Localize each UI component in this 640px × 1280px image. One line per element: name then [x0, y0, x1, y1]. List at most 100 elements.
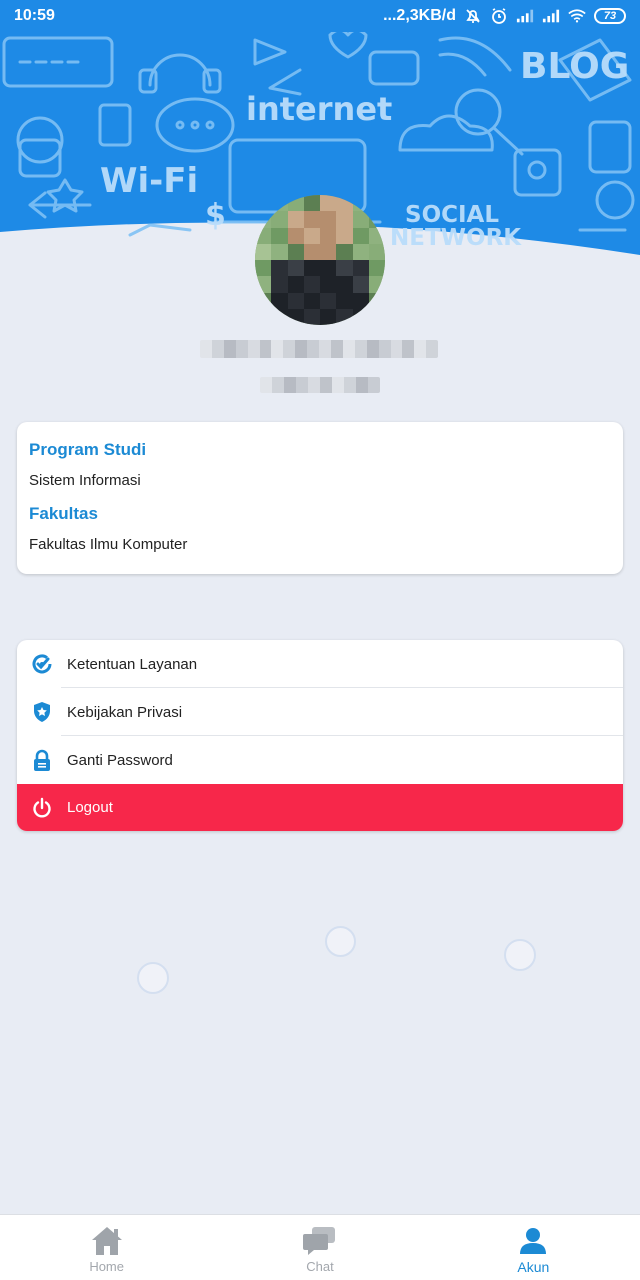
avatar-pixel	[303, 260, 320, 277]
decorative-bubble	[325, 926, 356, 957]
avatar-pixel	[255, 243, 272, 260]
avatar-pixel	[287, 260, 304, 277]
avatar-pixel	[352, 308, 369, 325]
avatar-pixel	[336, 211, 353, 228]
avatar-pixel	[320, 211, 337, 228]
redaction-pixel	[366, 340, 379, 358]
redaction-pixel	[260, 377, 272, 393]
logout-button[interactable]: Logout	[17, 784, 623, 831]
menu-item-terms[interactable]: Ketentuan Layanan	[17, 640, 623, 688]
redaction-pixel	[308, 377, 320, 393]
avatar-pixel	[287, 276, 304, 293]
redaction-pixel	[354, 340, 367, 358]
menu-label-privacy: Kebijakan Privasi	[67, 703, 183, 721]
menu-label-terms: Ketentuan Layanan	[67, 655, 198, 673]
fakultas-value: Fakultas Ilmu Komputer	[29, 536, 188, 553]
avatar-pixel	[271, 260, 288, 277]
avatar-pixel	[271, 276, 288, 293]
avatar-pixel	[336, 227, 353, 244]
avatar-pixel	[320, 308, 337, 325]
fakultas-label: Fakultas	[29, 504, 98, 523]
avatar-photo	[255, 195, 385, 325]
avatar-pixel	[320, 292, 337, 309]
redaction-pixel	[319, 340, 331, 358]
banner-text-blog: BLOG	[520, 46, 629, 87]
bottom-navigation: Home Chat Akun	[0, 1214, 640, 1280]
redaction-pixel	[295, 340, 308, 358]
avatar-pixel	[303, 308, 320, 325]
signal-icon	[516, 7, 534, 25]
avatar-pixel	[287, 243, 304, 260]
avatar-pixel	[287, 308, 304, 325]
redaction-pixel	[271, 340, 284, 358]
avatar-pixel	[303, 276, 320, 293]
banner-text-wifi: Wi-Fi	[100, 161, 198, 201]
decorative-bubble	[137, 962, 169, 994]
redaction-pixel	[368, 377, 380, 393]
menu-item-change-password[interactable]: Ganti Password	[17, 736, 623, 784]
redaction-pixel	[344, 377, 356, 393]
avatar-pixel	[320, 227, 337, 244]
redaction-pixel	[284, 377, 296, 393]
clock-check-icon	[31, 653, 53, 675]
nav-chat[interactable]: Chat	[213, 1215, 426, 1280]
banner-text-internet: internet	[246, 90, 392, 128]
redaction-pixel	[342, 340, 355, 358]
redaction-pixel	[414, 340, 427, 358]
avatar-pixel	[303, 292, 320, 309]
avatar-pixel	[336, 308, 353, 325]
avatar[interactable]	[255, 195, 385, 325]
avatar-pixel	[352, 227, 369, 244]
nav-home[interactable]: Home	[0, 1215, 213, 1280]
avatar-pixel	[320, 260, 337, 277]
avatar-pixel	[336, 260, 353, 277]
redaction-pixel	[235, 340, 248, 358]
avatar-pixel	[271, 211, 288, 228]
avatar-pixel	[336, 276, 353, 293]
avatar-pixel	[368, 260, 385, 277]
lock-icon	[31, 749, 53, 771]
avatar-pixel	[368, 276, 385, 293]
redaction-pixel	[402, 340, 415, 358]
profile-name-redacted	[200, 340, 438, 358]
avatar-pixel	[287, 292, 304, 309]
avatar-pixel	[255, 276, 272, 293]
avatar-pixel	[303, 211, 320, 228]
avatar-pixel	[287, 227, 304, 244]
avatar-pixel	[271, 308, 288, 325]
avatar-pixel	[352, 243, 369, 260]
nav-account[interactable]: Akun	[427, 1215, 640, 1280]
redaction-pixel	[332, 377, 344, 393]
alarm-icon	[490, 7, 508, 25]
avatar-pixel	[368, 292, 385, 309]
network-speed: ...2,3KB/d	[383, 7, 456, 24]
redaction-pixel	[390, 340, 403, 358]
redaction-pixel	[378, 340, 391, 358]
redaction-pixel	[259, 340, 272, 358]
menu-item-privacy[interactable]: Kebijakan Privasi	[17, 688, 623, 736]
bell-off-icon	[464, 7, 482, 25]
redaction-pixel	[296, 377, 308, 393]
power-icon	[31, 797, 53, 819]
avatar-pixel	[352, 211, 369, 228]
avatar-pixel	[368, 308, 385, 325]
home-icon	[90, 1224, 124, 1258]
status-icons: ...2,3KB/d 73	[383, 7, 626, 25]
redaction-pixel	[223, 340, 236, 358]
profile-id-redacted	[260, 377, 380, 393]
avatar-pixel	[368, 243, 385, 260]
nav-account-label: Akun	[517, 1259, 550, 1275]
banner-text-network: NETWORK	[390, 225, 522, 251]
avatar-pixel	[352, 276, 369, 293]
redaction-pixel	[272, 377, 284, 393]
redaction-pixel	[426, 340, 438, 358]
redaction-pixel	[320, 377, 332, 393]
avatar-pixel	[255, 308, 272, 325]
nav-home-label: Home	[89, 1259, 124, 1274]
redaction-pixel	[211, 340, 224, 358]
logout-label: Logout	[67, 799, 113, 816]
person-icon	[516, 1224, 550, 1258]
avatar-pixel	[271, 243, 288, 260]
svg-text:$: $	[205, 198, 226, 233]
avatar-pixel	[271, 292, 288, 309]
